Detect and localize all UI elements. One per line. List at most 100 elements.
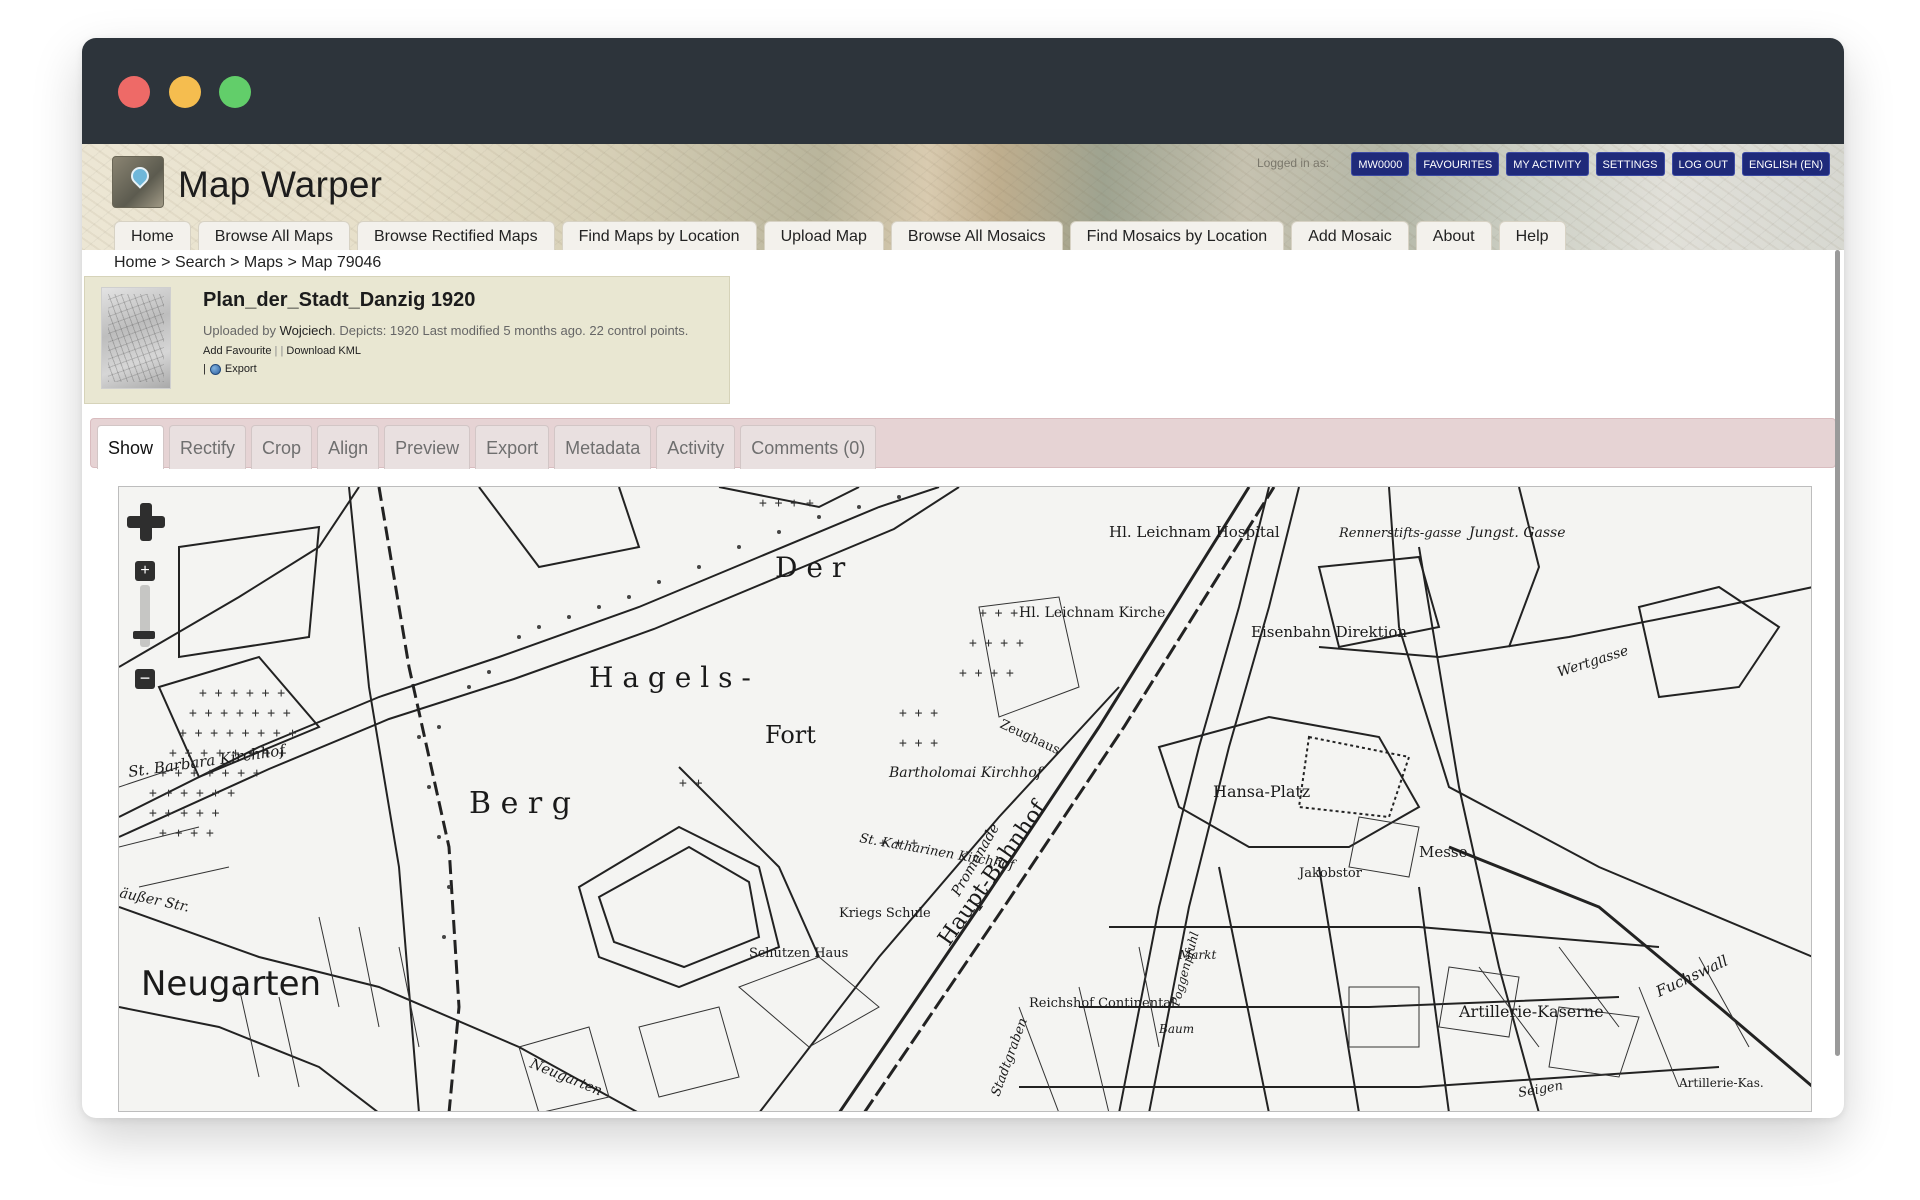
tab-export[interactable]: Export	[475, 425, 550, 469]
tab-rectify[interactable]: Rectify	[169, 425, 247, 469]
map-label-neugarten: Neugarten	[141, 964, 321, 1004]
map-label-jakobstor: Jakobstor	[1297, 866, 1363, 881]
map-title: Plan_der_Stadt_Danzig 1920	[203, 289, 476, 311]
map-info-panel: Plan_der_Stadt_Danzig 1920 Uploaded by W…	[84, 276, 730, 404]
nav-browse-all-maps[interactable]: Browse All Maps	[197, 221, 350, 250]
map-label-kriegs-schule: Kriegs Schule	[839, 906, 931, 921]
breadcrumb: Home > Search > Maps > Map 79046	[114, 254, 381, 272]
svg-text:+ + + + + +: + + + + + +	[149, 786, 235, 801]
svg-text:+ + + +: + + + +	[159, 826, 214, 841]
nav-home[interactable]: Home	[114, 221, 191, 250]
map-label-messe: Messe	[1419, 843, 1468, 861]
uploaded-by-label: Uploaded by	[203, 323, 276, 338]
map-label-artillerie-kas: Artillerie-Kas.	[1678, 1076, 1764, 1090]
my-activity-button[interactable]: MY ACTIVITY	[1506, 152, 1589, 176]
map-warper-logo-icon[interactable]	[112, 156, 164, 208]
nav-find-mosaics-by-location[interactable]: Find Mosaics by Location	[1069, 221, 1285, 250]
nav-about[interactable]: About	[1415, 221, 1492, 250]
tab-comments[interactable]: Comments (0)	[740, 425, 877, 469]
maximize-window-button[interactable]	[219, 76, 251, 108]
map-metadata: Uploaded by Wojciech. Depicts: 1920 Last…	[203, 323, 688, 338]
globe-icon	[209, 363, 221, 375]
map-label-bartholomai: Bartholomai Kirchhof	[888, 765, 1045, 781]
nav-add-mosaic[interactable]: Add Mosaic	[1291, 221, 1409, 250]
minimize-window-button[interactable]	[169, 76, 201, 108]
map-label-hansa-platz: Hansa-Platz	[1213, 782, 1310, 801]
nav-upload-map[interactable]: Upload Map	[763, 221, 884, 250]
zoom-out-button[interactable]: −	[135, 669, 155, 689]
map-thumbnail[interactable]	[101, 287, 171, 389]
tab-show[interactable]: Show	[97, 425, 165, 469]
logged-in-label: Logged in as:	[1257, 156, 1330, 170]
export-link-row: | Export	[203, 363, 257, 375]
map-label-berg: B e r g	[469, 786, 571, 821]
zoom-in-button[interactable]: +	[135, 561, 155, 581]
map-tabs-bar: Show Rectify Crop Align Preview Export M…	[90, 418, 1836, 469]
pan-control-icon[interactable]	[127, 503, 165, 541]
add-favourite-link[interactable]: Add Favourite	[203, 345, 271, 357]
close-window-button[interactable]	[118, 76, 150, 108]
map-viewer[interactable]: + + + + + + + + + + + + + + + + + + + + …	[118, 486, 1812, 1112]
link-separator: | |	[274, 345, 284, 357]
map-details: . Depicts: 1920 Last modified 5 months a…	[332, 323, 689, 338]
export-link[interactable]: Export	[225, 363, 257, 375]
username-button[interactable]: MW0000	[1351, 152, 1410, 176]
nav-browse-rectified-maps[interactable]: Browse Rectified Maps	[356, 221, 555, 250]
map-label-markt: Markt	[1178, 948, 1216, 962]
export-prefix: |	[203, 363, 206, 375]
map-label-der: D e r	[775, 551, 846, 584]
breadcrumb-current: Map 79046	[301, 254, 382, 271]
nav-find-maps-by-location[interactable]: Find Maps by Location	[561, 221, 757, 250]
browser-window: Map Warper Logged in as: MW0000 FAVOURIT…	[82, 38, 1844, 1118]
svg-text:+ + +: + + +	[979, 606, 1018, 621]
uploader-link[interactable]: Wojciech	[280, 323, 333, 338]
map-label-rennerstifts: Rennerstifts-gasse	[1338, 526, 1462, 541]
download-kml-link[interactable]: Download KML	[286, 345, 361, 357]
svg-text:+ +: + +	[679, 776, 703, 791]
breadcrumb-search[interactable]: Search	[175, 254, 226, 271]
map-action-links: Add Favourite | | Download KML	[203, 345, 361, 357]
nav-browse-all-mosaics[interactable]: Browse All Mosaics	[890, 221, 1063, 250]
map-label-jungst-gasse: Jungst. Gasse	[1466, 525, 1566, 541]
map-label-fort: Fort	[765, 721, 816, 749]
svg-text:+ + +: + + +	[899, 736, 938, 751]
tab-crop[interactable]: Crop	[251, 425, 313, 469]
log-out-button[interactable]: LOG OUT	[1671, 152, 1736, 176]
map-label-reichshof: Reichshof Continental	[1029, 996, 1175, 1011]
svg-text:+ + + + + + +: + + + + + + +	[189, 706, 291, 721]
nav-help[interactable]: Help	[1498, 221, 1566, 250]
zoom-slider-handle[interactable]	[133, 631, 155, 639]
breadcrumb-separator: >	[230, 254, 240, 271]
user-menu: MW0000 FAVOURITES MY ACTIVITY SETTINGS L…	[1351, 152, 1830, 176]
settings-button[interactable]: SETTINGS	[1595, 152, 1665, 176]
svg-text:+ + + + + + + +: + + + + + + + +	[179, 726, 297, 741]
window-titlebar	[82, 38, 1844, 144]
map-label-schutzen-haus: Schützen Haus	[749, 946, 848, 961]
favourites-button[interactable]: FAVOURITES	[1416, 152, 1500, 176]
site-header: Map Warper Logged in as: MW0000 FAVOURIT…	[82, 144, 1844, 250]
svg-text:+ + + +: + + + +	[759, 496, 814, 511]
map-label-hagels: H a g e l s -	[589, 661, 751, 694]
svg-text:+ + + +: + + + +	[959, 666, 1014, 681]
tab-align[interactable]: Align	[317, 425, 380, 469]
breadcrumb-separator: >	[287, 254, 297, 271]
historic-map-image[interactable]: + + + + + + + + + + + + + + + + + + + + …	[119, 487, 1812, 1112]
tab-metadata[interactable]: Metadata	[554, 425, 652, 469]
breadcrumb-home[interactable]: Home	[114, 254, 157, 271]
map-label-leichnam-kirche: Hl. Leichnam Kirche	[1019, 605, 1165, 621]
tab-activity[interactable]: Activity	[656, 425, 736, 469]
svg-text:+ + + + +: + + + + +	[149, 806, 220, 821]
svg-text:+ + + +: + + + +	[969, 636, 1024, 651]
main-nav: Home Browse All Maps Browse Rectified Ma…	[114, 221, 1566, 250]
site-title[interactable]: Map Warper	[178, 164, 382, 206]
page-scrollbar[interactable]	[1835, 250, 1840, 1056]
map-label-eisenbahn-direktion: Eisenbahn Direktion	[1251, 623, 1407, 641]
map-label-baum: Baum	[1158, 1022, 1194, 1036]
breadcrumb-maps[interactable]: Maps	[244, 254, 283, 271]
language-button[interactable]: ENGLISH (EN)	[1742, 152, 1830, 176]
map-tabs: Show Rectify Crop Align Preview Export M…	[97, 425, 877, 469]
svg-text:+ + +: + + +	[899, 706, 938, 721]
svg-text:+ + + + + +: + + + + + +	[199, 686, 285, 701]
tab-preview[interactable]: Preview	[384, 425, 471, 469]
map-label-leichnam-hospital: Hl. Leichnam Hospital	[1109, 523, 1280, 541]
